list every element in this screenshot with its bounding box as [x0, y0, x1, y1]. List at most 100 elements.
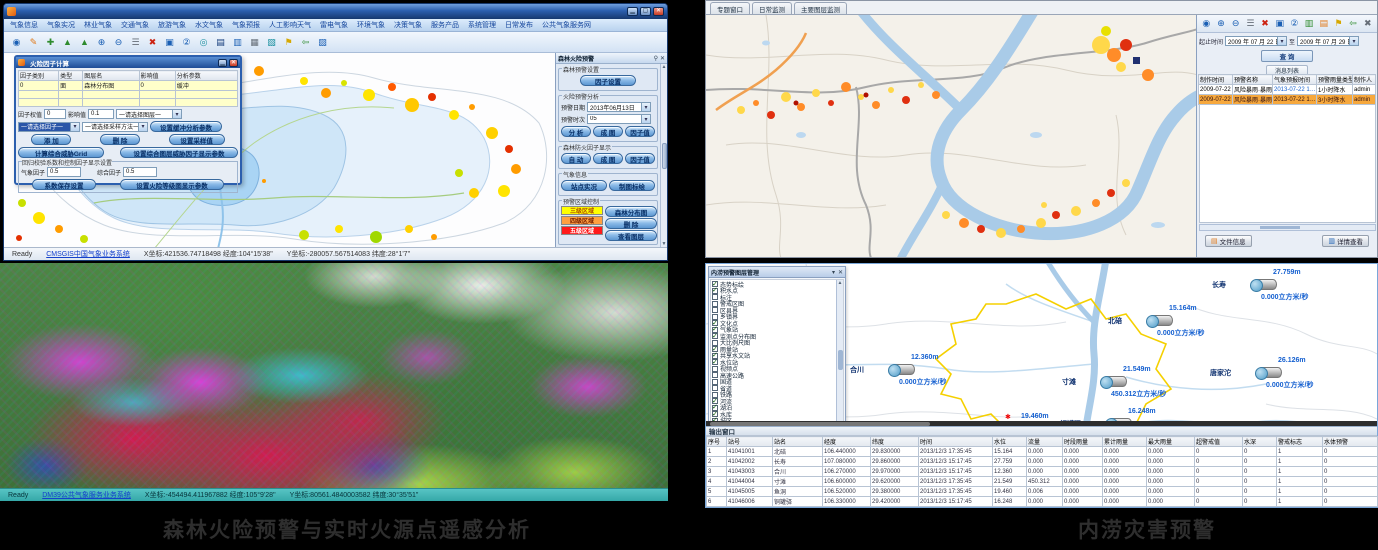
message-col-header[interactable]: 预警雨量类型 [1317, 75, 1353, 85]
data-col-header[interactable]: 站号 [727, 437, 773, 447]
dialog-minimize-button[interactable]: ▁ [218, 59, 227, 67]
fire-titlebar[interactable]: ▁ ▢ ✕ [4, 4, 667, 19]
menu-item[interactable]: 环境气象 [357, 20, 385, 30]
sample-select[interactable]: 一请选择采样方法一▾ [82, 122, 148, 132]
date-from-select[interactable]: 2009 年 07 月 22 日▾ [1225, 36, 1287, 46]
close-icon[interactable]: ✕ [660, 55, 665, 62]
data-col-header[interactable]: 累计雨量 [1103, 437, 1147, 447]
data-col-header[interactable]: 最大雨量 [1147, 437, 1195, 447]
query-button[interactable]: 查 询 [1261, 50, 1313, 62]
close-icon[interactable]: ✖ [1361, 17, 1374, 31]
zoom-in-icon[interactable]: ⊕ [94, 35, 109, 49]
layer-style-button[interactable]: 设置综合图层威胁因子显示参数 [120, 147, 238, 158]
factor-table[interactable]: 因子类别类型图层名影响值分析参数 0面森林分布图0缓冲 [18, 70, 238, 107]
map-icon[interactable]: ▤ [213, 35, 228, 49]
tree2-icon[interactable]: ▲ [77, 35, 92, 49]
minimize-button[interactable]: ▁ [627, 7, 638, 16]
analysis-button[interactable]: 成 图 [593, 126, 623, 137]
menu-item[interactable]: 公共气象服务网 [542, 20, 591, 30]
menu-item[interactable]: 水文气象 [195, 20, 223, 30]
delete-button[interactable]: 删 除 [100, 134, 140, 145]
tab[interactable]: 专题窗口 [710, 2, 750, 14]
data-col-header[interactable]: 流量 [1027, 437, 1063, 447]
station-data-row[interactable]: 441044004寸滩106.60000029.620000 2013/12/3… [707, 477, 1378, 487]
stop-icon[interactable]: ✖ [145, 35, 160, 49]
display-button[interactable]: 自 动 [561, 153, 591, 164]
back-icon[interactable]: ⇦ [298, 35, 313, 49]
warning-time-select[interactable]: 05▾ [587, 114, 651, 124]
weather-button[interactable]: 站点实况 [561, 180, 607, 191]
menu-item[interactable]: 决策气象 [394, 20, 422, 30]
pin-icon[interactable]: ⚲ [654, 55, 658, 62]
data-col-header[interactable]: 时段雨量 [1063, 437, 1103, 447]
station-data-row[interactable]: 341043003合川106.27000029.970000 2013/12/3… [707, 467, 1378, 477]
tree-icon[interactable]: ▲ [60, 35, 75, 49]
checkbox-icon[interactable] [712, 359, 718, 365]
menu-item[interactable]: 气象实况 [47, 20, 75, 30]
display-button[interactable]: 成 图 [593, 153, 623, 164]
flag-icon[interactable]: ⚑ [1332, 17, 1345, 31]
data-col-header[interactable]: 水深 [1243, 437, 1277, 447]
back-icon[interactable]: ⇦ [1347, 17, 1360, 31]
print-icon[interactable]: ▦ [247, 35, 262, 49]
zoom-out-icon[interactable]: ⊖ [1229, 17, 1242, 31]
layer-select[interactable]: 一请选择图层一▾ [116, 109, 182, 119]
buffer-params-button[interactable]: 设置缓冲分析参数 [150, 121, 222, 132]
menu-item[interactable]: 旅游气象 [158, 20, 186, 30]
menu-item[interactable]: 气象信息 [10, 20, 38, 30]
fire-map[interactable]: 长沙市 [4, 53, 555, 247]
globe-icon[interactable]: ◉ [9, 35, 24, 49]
station-data-row[interactable]: 241042002长寿107.08000029.860000 2013/12/3… [707, 457, 1378, 467]
remote-sensing-image[interactable] [0, 263, 668, 488]
region-action-button[interactable]: 森林分布图 [605, 206, 657, 217]
layers-icon[interactable]: ▥ [230, 35, 245, 49]
factor-col-header[interactable]: 图层名 [83, 71, 139, 81]
menu-item[interactable]: 交通气象 [121, 20, 149, 30]
page2-icon[interactable]: ② [179, 35, 194, 49]
factor-setting-button[interactable]: 因子设置 [580, 75, 636, 86]
checkbox-icon[interactable] [712, 372, 718, 378]
print2-icon[interactable]: ▧ [264, 35, 279, 49]
checkbox-icon[interactable] [712, 301, 718, 307]
chart-icon[interactable]: ▥ [1303, 17, 1316, 31]
mail-icon[interactable]: ▤ [1317, 17, 1330, 31]
sidebar-hscrollbar[interactable] [1199, 224, 1376, 231]
flood-map[interactable]: 内涝预警图层管理 ▾✕ 态势标绘 积水点 标注 [706, 264, 1377, 421]
zoom-in-icon[interactable]: ⊕ [1215, 17, 1228, 31]
factor-row[interactable]: 0面森林分布图0缓冲 [19, 81, 238, 91]
message-col-header[interactable]: 预警名称 [1233, 75, 1273, 85]
panel-scrollbar[interactable]: ▲▼ [660, 64, 667, 247]
set-sample-button[interactable]: 设置采样值 [169, 134, 225, 145]
dialog-close-button[interactable]: ✕ [229, 59, 238, 67]
checkbox-icon[interactable] [712, 379, 718, 385]
message-col-header[interactable]: 制作时间 [1199, 75, 1233, 85]
factor-col-header[interactable]: 因子类别 [19, 71, 59, 81]
close-button[interactable]: ✕ [653, 7, 664, 16]
measure-icon[interactable]: ✎ [26, 35, 41, 49]
region-action-button[interactable]: 删 除 [605, 218, 657, 229]
station-data-row[interactable]: 541045005鱼洞106.52000029.380000 2013/12/3… [707, 487, 1378, 497]
menu-item[interactable]: 雷电气象 [320, 20, 348, 30]
pin-icon[interactable]: ⚑ [281, 35, 296, 49]
checkbox-icon[interactable] [712, 294, 718, 300]
file-info-button[interactable]: ▤文件信息 [1205, 235, 1252, 247]
maximize-button[interactable]: ▢ [640, 7, 651, 16]
date-to-select[interactable]: 2009 年 07 月 29 日▾ [1297, 36, 1359, 46]
zoom-out-icon[interactable]: ⊖ [111, 35, 126, 49]
station-data-row[interactable]: 641046006铜罐驿106.33000029.420000 2013/12/… [707, 497, 1378, 507]
checkbox-icon[interactable] [712, 307, 718, 313]
collapse-icon[interactable]: ▾ [832, 269, 835, 276]
risk-level-style-button[interactable]: 设置火险等级图显示参数 [120, 179, 224, 190]
factor-col-header[interactable]: 影响值 [139, 71, 175, 81]
image-icon[interactable]: ▨ [315, 35, 330, 49]
compute-grid-button[interactable]: 计算综合威胁Grid [18, 147, 104, 158]
checkbox-icon[interactable] [712, 288, 718, 294]
composite-factor-input[interactable]: 0.5 [123, 167, 157, 177]
message-col-header[interactable]: 气象预报时间 [1273, 75, 1317, 85]
data-col-header[interactable]: 时间 [919, 437, 993, 447]
close-icon[interactable]: ✕ [838, 269, 843, 276]
data-col-header[interactable]: 超警戒值 [1195, 437, 1243, 447]
identify-icon[interactable]: ◎ [196, 35, 211, 49]
message-col-header[interactable]: 制作人 [1353, 75, 1376, 85]
factor-col-header[interactable]: 分析参数 [175, 71, 237, 81]
